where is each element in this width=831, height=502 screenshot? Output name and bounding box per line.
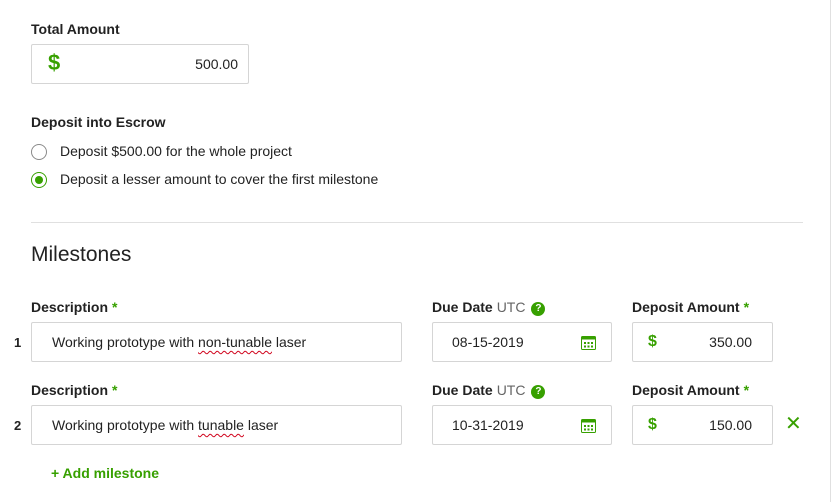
- total-amount-value: 500.00: [195, 56, 238, 72]
- deposit-amount-label-text: Deposit Amount: [632, 299, 740, 315]
- total-amount-label: Total Amount: [31, 21, 120, 37]
- deposit-amount-label-text: Deposit Amount: [632, 382, 740, 398]
- required-mark: *: [112, 382, 118, 398]
- milestone-description-input[interactable]: Working prototype with tunable laser: [31, 405, 402, 445]
- milestone-description-value: Working prototype with tunable laser: [52, 417, 278, 433]
- milestone-number: 1: [14, 335, 22, 350]
- calendar-icon[interactable]: [581, 418, 596, 433]
- milestone-description-input[interactable]: Working prototype with non-tunable laser: [31, 322, 402, 362]
- milestone-due-date-input[interactable]: 10-31-2019: [432, 405, 612, 445]
- remove-milestone-icon[interactable]: ✕: [785, 414, 802, 434]
- add-milestone-link[interactable]: + Add milestone: [51, 465, 159, 481]
- total-amount-input[interactable]: $ 500.00: [31, 44, 249, 84]
- dollar-icon: $: [48, 50, 61, 75]
- description-text: laser: [243, 417, 279, 433]
- description-text: laser: [271, 334, 307, 350]
- description-label: Description *: [31, 382, 117, 398]
- escrow-first-milestone-label[interactable]: Deposit a lesser amount to cover the fir…: [60, 171, 378, 187]
- due-date-label-text: Due Date: [432, 382, 493, 398]
- milestone-amount-input[interactable]: $ 150.00: [632, 405, 773, 445]
- description-label-text: Description: [31, 299, 109, 315]
- misspelled-word: non-tunable: [198, 334, 272, 350]
- due-date-value: 10-31-2019: [452, 417, 524, 433]
- escrow-label: Deposit into Escrow: [31, 114, 166, 130]
- dollar-icon: $: [648, 416, 657, 433]
- due-date-label: Due Date UTC?: [432, 299, 546, 316]
- timezone-label: UTC: [496, 382, 526, 398]
- description-text: Working prototype with: [52, 417, 199, 433]
- escrow-whole-project-label[interactable]: Deposit $500.00 for the whole project: [60, 143, 292, 159]
- help-icon[interactable]: ?: [531, 302, 546, 316]
- required-mark: *: [743, 382, 750, 398]
- description-label: Description *: [31, 299, 117, 315]
- dollar-icon: $: [648, 333, 657, 350]
- milestones-title: Milestones: [31, 243, 132, 266]
- deposit-amount-label: Deposit Amount *: [632, 299, 749, 315]
- section-divider: [31, 222, 803, 223]
- due-date-label-text: Due Date: [432, 299, 493, 315]
- escrow-first-milestone-radio[interactable]: [31, 172, 47, 188]
- misspelled-word: tunable: [198, 417, 244, 433]
- required-mark: *: [112, 299, 118, 315]
- due-date-label: Due Date UTC?: [432, 382, 546, 399]
- milestone-number: 2: [14, 418, 22, 433]
- deposit-amount-label: Deposit Amount *: [632, 382, 749, 398]
- milestone-description-value: Working prototype with non-tunable laser: [52, 334, 306, 350]
- milestone-due-date-input[interactable]: 08-15-2019: [432, 322, 612, 362]
- calendar-icon[interactable]: [581, 335, 596, 350]
- milestone-amount-input[interactable]: $ 350.00: [632, 322, 773, 362]
- description-label-text: Description: [31, 382, 109, 398]
- help-icon[interactable]: ?: [531, 385, 546, 399]
- timezone-label: UTC: [496, 299, 526, 315]
- escrow-whole-project-radio[interactable]: [31, 144, 47, 160]
- milestone-amount-value: 350.00: [709, 334, 752, 350]
- due-date-value: 08-15-2019: [452, 334, 524, 350]
- milestone-amount-value: 150.00: [709, 417, 752, 433]
- description-text: Working prototype with: [52, 334, 199, 350]
- required-mark: *: [743, 299, 750, 315]
